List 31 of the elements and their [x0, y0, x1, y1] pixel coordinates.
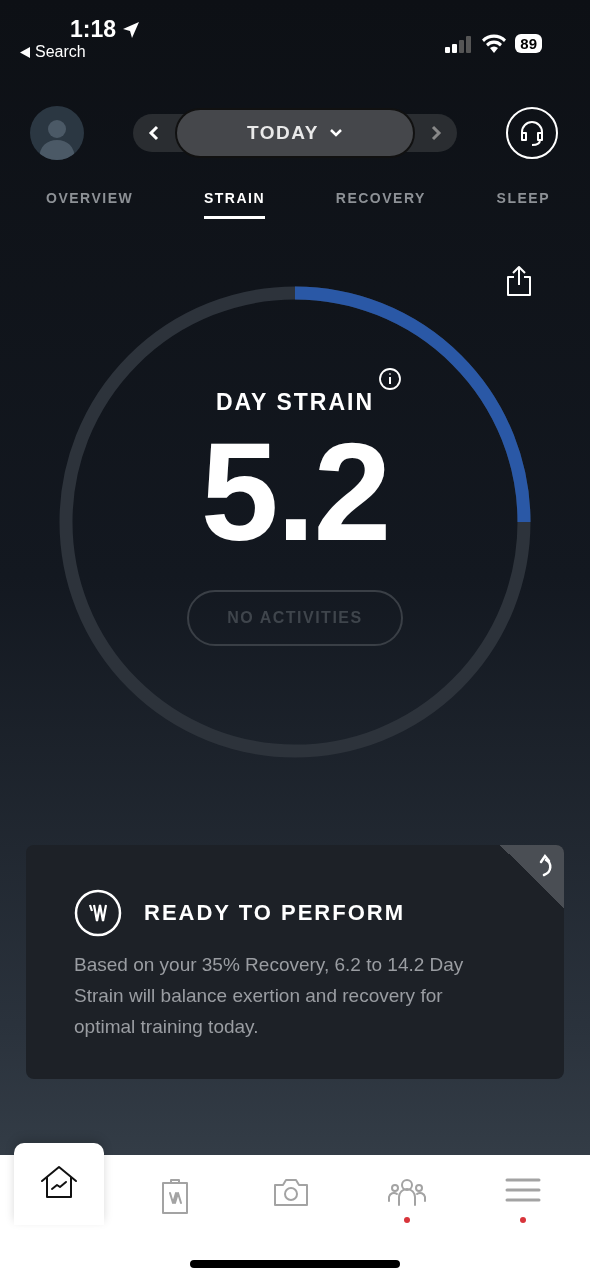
back-link[interactable]: Search [35, 43, 86, 61]
back-triangle-icon [20, 46, 30, 58]
date-picker-button[interactable]: TODAY [175, 108, 415, 158]
camera-icon [273, 1177, 309, 1207]
strain-value: 5.2 [200, 421, 390, 562]
tab[interactable]: STRAIN [203, 190, 266, 219]
gauge-title: DAY STRAIN [215, 388, 374, 415]
card-title: READY TO PERFORM [144, 900, 405, 926]
share-button[interactable] [506, 265, 532, 297]
avatar[interactable] [30, 106, 84, 160]
logo-circle-icon [74, 889, 122, 937]
tab[interactable]: OVERVIEW [46, 190, 134, 219]
people-icon [387, 1177, 427, 1207]
battery-level: 89 [515, 34, 542, 53]
signal-icon [445, 34, 474, 53]
clock-time: 1:18 [70, 16, 141, 43]
nav-tab[interactable] [14, 1143, 104, 1225]
wifi-icon [481, 34, 508, 53]
chevron-down-icon [328, 128, 343, 138]
tab[interactable]: SLEEP [496, 190, 550, 219]
clipboard-icon [160, 1177, 190, 1215]
home-chart-icon [40, 1165, 78, 1199]
info-icon[interactable] [378, 366, 402, 391]
support-button[interactable] [506, 107, 558, 159]
tab[interactable]: RECOVERY [335, 190, 426, 219]
chevron-right-icon [430, 125, 442, 141]
chevron-left-icon [148, 125, 160, 141]
share-icon [506, 265, 532, 297]
card-body-text: Based on your 35% Recovery, 6.2 to 14.2 Day Strain will balance exertion and recovery for optimal training today. [74, 953, 465, 1039]
menu-icon [505, 1177, 541, 1203]
location-arrow-icon [122, 20, 141, 39]
